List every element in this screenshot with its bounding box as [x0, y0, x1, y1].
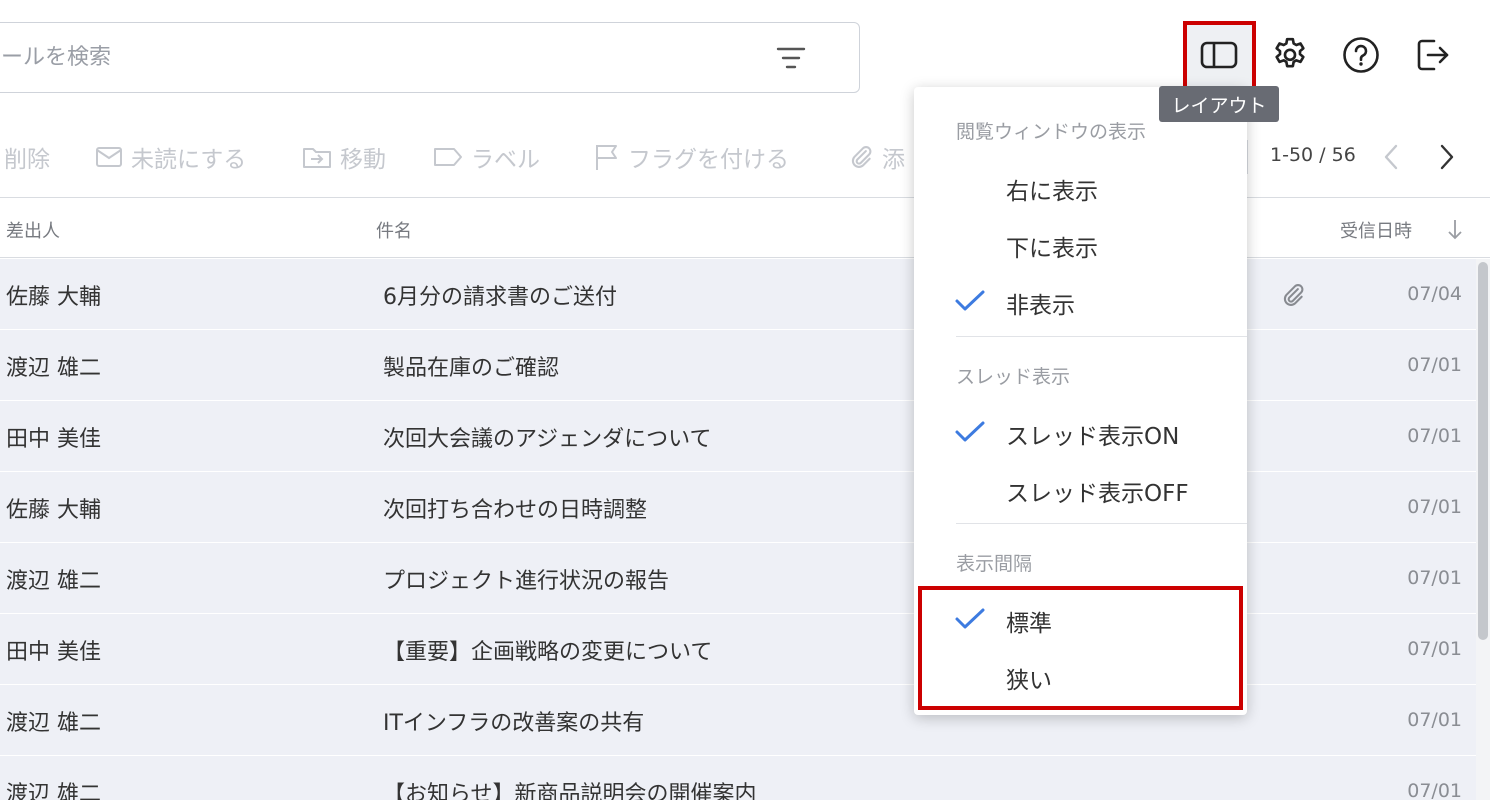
column-subject[interactable]: 件名: [376, 217, 412, 243]
layout-icon: [1200, 41, 1238, 69]
check-icon: [955, 421, 985, 442]
email-subject: 【重要】企画戦略の変更について: [383, 640, 713, 665]
attachment-icon: [1283, 284, 1304, 306]
email-subject: 次回大会議のアジェンダについて: [383, 427, 712, 452]
email-sender: 渡辺 雄二: [6, 356, 101, 381]
move-button[interactable]: 移動: [302, 140, 386, 174]
help-button[interactable]: [1338, 32, 1384, 78]
density-heading: 表示間隔: [956, 553, 1033, 575]
mark-unread-label: 未読にする: [131, 147, 247, 173]
menu-divider: [956, 523, 1247, 524]
attach-label: 添: [882, 147, 905, 173]
email-date: 07/01: [1407, 780, 1462, 800]
folder-move-icon: [303, 148, 331, 168]
layout-tooltip: レイアウト: [1159, 86, 1279, 122]
label-label: ラベル: [471, 147, 540, 173]
flag-icon: [596, 145, 617, 170]
logout-button[interactable]: [1410, 32, 1456, 78]
menu-item-show-right[interactable]: 右に表示: [1006, 172, 1098, 206]
email-date: 07/01: [1407, 638, 1462, 660]
thread-heading: スレッド表示: [956, 366, 1071, 388]
paperclip-icon: [851, 146, 872, 168]
layout-button[interactable]: [1196, 32, 1242, 78]
pager-count: 1-50 / 56: [1270, 144, 1356, 166]
top-bar: レイアウト: [0, 0, 1490, 122]
email-sender: 田中 美佳: [6, 640, 101, 665]
filter-icon[interactable]: [776, 45, 806, 71]
settings-button[interactable]: [1267, 32, 1313, 78]
chevron-right-icon[interactable]: [1436, 140, 1458, 174]
email-row[interactable]: 田中 美佳 次回大会議のアジェンダについて 07/01: [0, 401, 1476, 472]
email-subject: 6月分の請求書のご送付: [383, 285, 617, 310]
email-date: 07/04: [1407, 283, 1462, 305]
arrow-down-icon[interactable]: [1445, 217, 1465, 241]
menu-divider: [956, 336, 1247, 337]
menu-item-thread-off[interactable]: スレッド表示OFF: [1006, 474, 1189, 508]
delete-label: 削除: [4, 147, 50, 173]
email-row[interactable]: 佐藤 大輔 次回打ち合わせの日時調整 07/01: [0, 472, 1476, 543]
move-label: 移動: [340, 147, 386, 173]
flag-button[interactable]: フラグを付ける: [594, 140, 789, 174]
email-subject: 製品在庫のご確認: [383, 356, 560, 381]
email-row[interactable]: 田中 美佳 【重要】企画戦略の変更について 07/01: [0, 614, 1476, 685]
chevron-left-icon[interactable]: [1380, 140, 1402, 174]
check-icon: [955, 290, 985, 311]
email-row[interactable]: 渡辺 雄二 【お知らせ】新商品説明会の開催案内 07/01: [0, 756, 1476, 800]
reading-pane-heading: 閲覧ウィンドウの表示: [956, 121, 1147, 143]
action-toolbar: 削除 未読にする 移動 ラベル フラグを付ける 添 1-50 / 56: [0, 114, 1490, 198]
email-sender: 佐藤 大輔: [6, 498, 101, 523]
column-received[interactable]: 受信日時: [1340, 217, 1412, 243]
email-date: 07/01: [1407, 354, 1462, 376]
email-row[interactable]: 渡辺 雄二 ITインフラの改善案の共有 07/01: [0, 685, 1476, 756]
email-sender: 渡辺 雄二: [6, 711, 101, 736]
email-date: 07/01: [1407, 709, 1462, 731]
email-date: 07/01: [1407, 496, 1462, 518]
logout-icon: [1417, 39, 1449, 71]
help-icon: [1343, 37, 1379, 73]
delete-button[interactable]: 削除: [4, 140, 50, 174]
email-date: 07/01: [1407, 567, 1462, 589]
email-list: 佐藤 大輔 6月分の請求書のご送付 07/04 渡辺 雄二 製品在庫のご確認 0…: [0, 259, 1476, 800]
email-row[interactable]: 渡辺 雄二 製品在庫のご確認 07/01: [0, 330, 1476, 401]
email-sender: 佐藤 大輔: [6, 285, 101, 310]
envelope-icon: [96, 147, 122, 167]
email-sender: 渡辺 雄二: [6, 782, 101, 800]
layout-menu: 閲覧ウィンドウの表示 右に表示 下に表示 非表示 スレッド表示 スレッド表示ON…: [914, 87, 1247, 715]
email-row[interactable]: 佐藤 大輔 6月分の請求書のご送付 07/04: [0, 259, 1476, 330]
pager-divider: [1247, 140, 1248, 174]
label-button[interactable]: ラベル: [433, 140, 540, 174]
email-subject: ITインフラの改善案の共有: [383, 711, 645, 736]
attach-button[interactable]: 添: [848, 140, 905, 174]
search-box: [0, 22, 860, 93]
flag-label: フラグを付ける: [628, 147, 789, 173]
email-subject: 【お知らせ】新商品説明会の開催案内: [383, 782, 757, 800]
density-highlight: [918, 586, 1243, 710]
menu-item-hidden[interactable]: 非表示: [1006, 286, 1075, 320]
tag-icon: [434, 148, 462, 166]
search-input[interactable]: [1, 23, 761, 92]
mark-unread-button[interactable]: 未読にする: [95, 140, 246, 174]
email-sender: 田中 美佳: [6, 427, 101, 452]
gear-icon: [1275, 37, 1305, 68]
email-date: 07/01: [1407, 425, 1462, 447]
scrollbar-thumb[interactable]: [1478, 262, 1488, 640]
email-row[interactable]: 渡辺 雄二 プロジェクト進行状況の報告 07/01: [0, 543, 1476, 614]
email-subject: 次回打ち合わせの日時調整: [383, 498, 648, 523]
column-sender[interactable]: 差出人: [6, 217, 60, 243]
email-sender: 渡辺 雄二: [6, 569, 101, 594]
email-subject: プロジェクト進行状況の報告: [383, 569, 670, 594]
column-header-row: 差出人 件名 受信日時: [0, 199, 1490, 258]
menu-item-thread-on[interactable]: スレッド表示ON: [1006, 417, 1179, 451]
menu-item-show-bottom[interactable]: 下に表示: [1006, 229, 1098, 263]
